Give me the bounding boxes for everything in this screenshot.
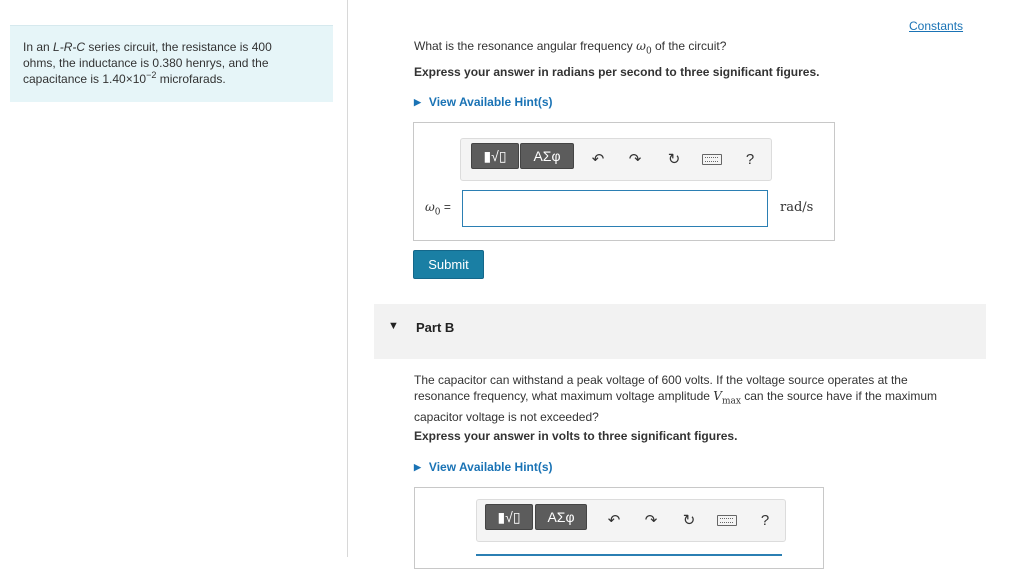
part-a-instruction: Express your answer in radians per secon… bbox=[414, 65, 820, 79]
part-b-title: Part B bbox=[416, 320, 455, 335]
part-b-header[interactable] bbox=[374, 304, 986, 359]
part-a-question: What is the resonance angular frequency … bbox=[414, 39, 726, 56]
vmax-subscript: max bbox=[721, 396, 741, 407]
problem-line2: ohms, the inductance is 0.380 henrys, an… bbox=[23, 56, 269, 70]
problem-line3-pre: capacitance is 1.40×10 bbox=[23, 72, 147, 86]
keyboard-icon[interactable] bbox=[717, 515, 737, 526]
problem-line1-post: series circuit, the resistance is 400 bbox=[85, 40, 272, 54]
question-text-pre: What is the resonance angular frequency bbox=[414, 39, 637, 53]
part-b-math-toolbar: ▮√▯ ΑΣφ ↶ ↷ ↻ ? bbox=[476, 499, 786, 542]
templates-icon: ▮√▯ bbox=[497, 508, 521, 525]
part-b-instruction: Express your answer in volts to three si… bbox=[414, 429, 738, 443]
templates-icon: ▮√▯ bbox=[483, 147, 507, 164]
part-b-answer-input[interactable] bbox=[476, 554, 782, 556]
part-b-line1: The capacitor can withstand a peak volta… bbox=[414, 373, 908, 387]
omega-symbol: ω bbox=[636, 39, 646, 53]
reset-icon[interactable]: ↻ bbox=[680, 511, 698, 529]
hint-label: View Available Hint(s) bbox=[428, 460, 553, 474]
part-b-line2-post: can the source have if the maximum bbox=[740, 389, 938, 403]
part-b-line3: capacitor voltage is not exceeded? bbox=[414, 410, 599, 425]
units-label: rad/s bbox=[780, 200, 814, 215]
answer-equals: = bbox=[440, 200, 451, 214]
help-button[interactable]: ? bbox=[741, 150, 759, 168]
templates-button[interactable]: ▮√▯ bbox=[485, 504, 533, 530]
problem-statement: In an L-R-C series circuit, the resistan… bbox=[23, 39, 323, 87]
problem-exponent: −2 bbox=[146, 70, 157, 80]
help-button[interactable]: ? bbox=[756, 511, 774, 529]
answer-label: ω0 = bbox=[425, 200, 451, 217]
reset-icon[interactable]: ↻ bbox=[665, 150, 683, 168]
hint-label: View Available Hint(s) bbox=[428, 95, 553, 109]
templates-button[interactable]: ▮√▯ bbox=[471, 143, 519, 169]
part-b-question: The capacitor can withstand a peak volta… bbox=[414, 372, 937, 425]
collapse-triangle-icon[interactable]: ▼ bbox=[388, 320, 399, 332]
problem-line3-post: microfarads. bbox=[156, 72, 226, 86]
problem-line1-pre: In an bbox=[23, 40, 54, 54]
part-b-line2-pre: resonance frequency, what maximum voltag… bbox=[414, 389, 714, 403]
expand-triangle-icon: ▶ bbox=[414, 97, 421, 107]
part-a-answer-input[interactable] bbox=[462, 190, 768, 227]
symbols-label: ΑΣφ bbox=[533, 148, 561, 164]
symbols-label: ΑΣφ bbox=[547, 509, 575, 525]
redo-icon[interactable]: ↷ bbox=[642, 511, 660, 529]
redo-icon[interactable]: ↷ bbox=[626, 150, 644, 168]
expand-triangle-icon: ▶ bbox=[414, 462, 421, 472]
answer-omega: ω bbox=[425, 200, 435, 214]
part-a-hint-link[interactable]: ▶ View Available Hint(s) bbox=[414, 95, 553, 109]
constants-link[interactable]: Constants bbox=[909, 19, 963, 33]
submit-button[interactable]: Submit bbox=[413, 250, 484, 279]
undo-icon[interactable]: ↶ bbox=[589, 150, 607, 168]
vmax-symbol: V bbox=[713, 389, 722, 403]
keyboard-icon[interactable] bbox=[702, 154, 722, 165]
part-a-math-toolbar: ▮√▯ ΑΣφ ↶ ↷ ↻ ? bbox=[460, 138, 772, 181]
part-b-hint-link[interactable]: ▶ View Available Hint(s) bbox=[414, 460, 553, 474]
symbols-button[interactable]: ΑΣφ bbox=[520, 143, 574, 169]
undo-icon[interactable]: ↶ bbox=[605, 511, 623, 529]
symbols-button[interactable]: ΑΣφ bbox=[535, 504, 587, 530]
problem-circuit-type: L-R-C bbox=[53, 40, 86, 54]
question-text-post: of the circuit? bbox=[651, 39, 727, 53]
column-divider bbox=[347, 0, 348, 557]
